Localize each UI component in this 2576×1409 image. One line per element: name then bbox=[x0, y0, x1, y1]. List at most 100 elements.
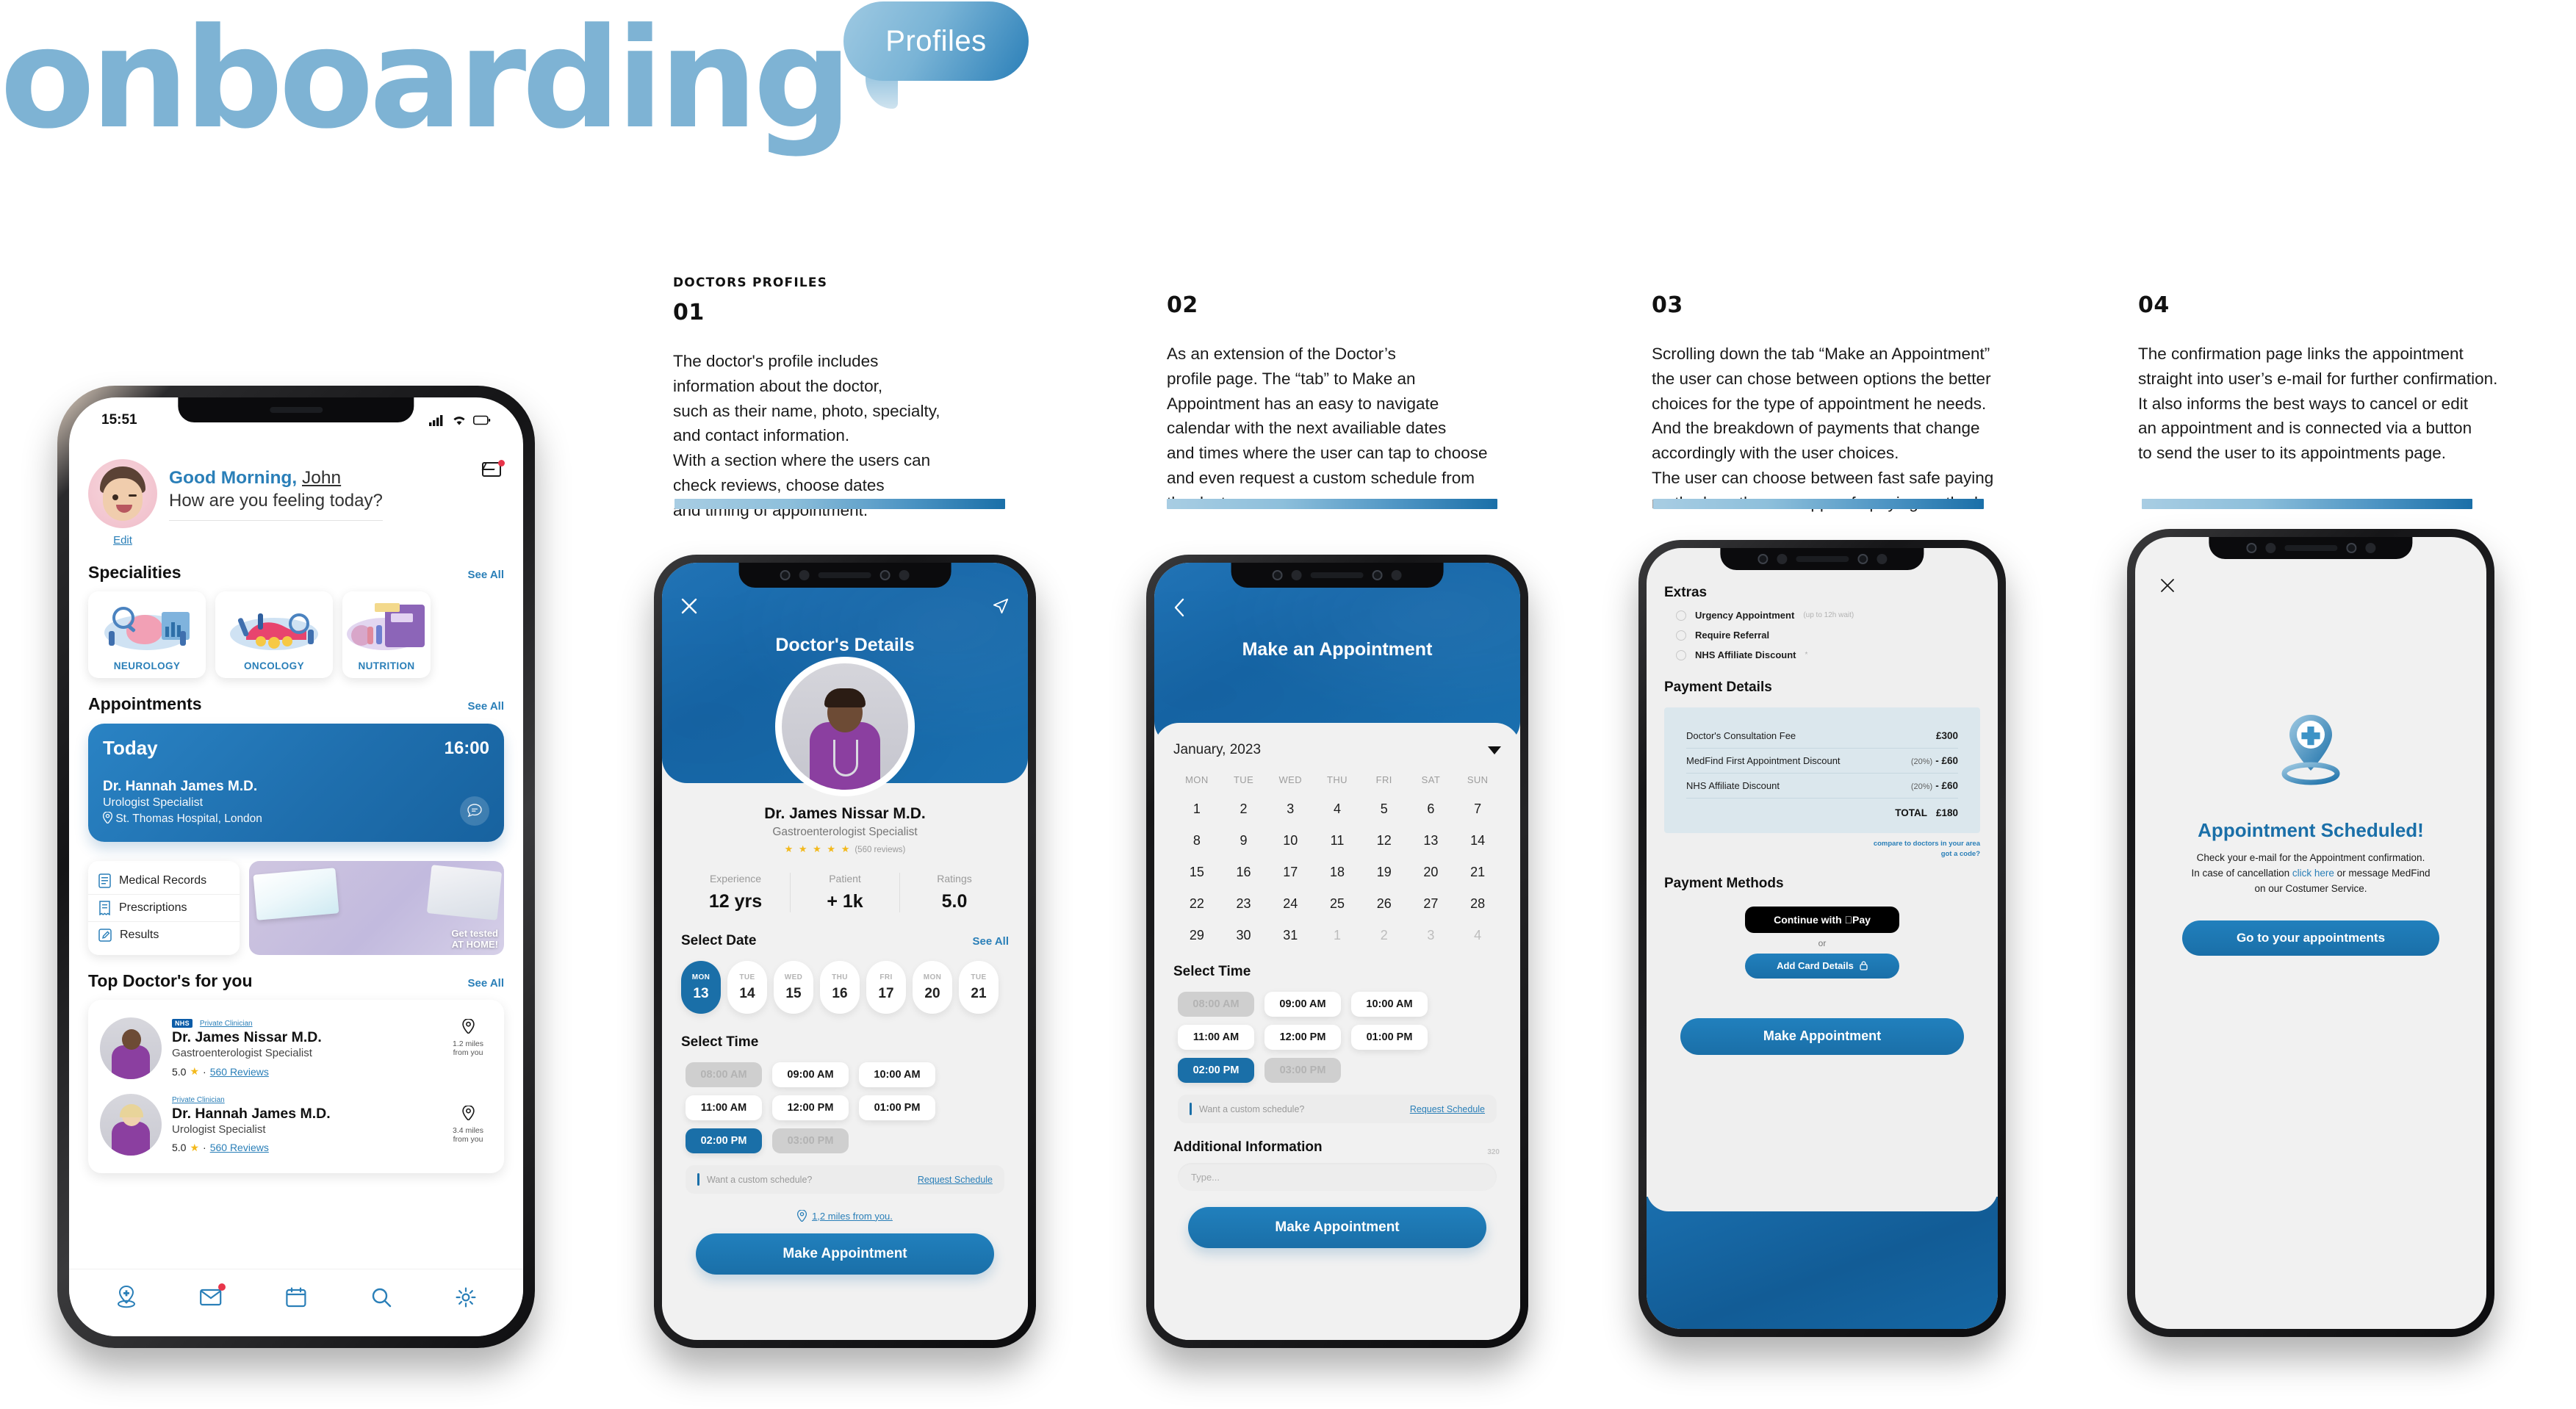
close-button[interactable] bbox=[2160, 578, 2175, 597]
date-chip[interactable]: MON 13 bbox=[681, 961, 721, 1014]
time-chip[interactable]: 09:00 AM bbox=[772, 1062, 849, 1087]
make-appointment-button[interactable]: Make Appointment bbox=[1680, 1017, 1964, 1055]
calendar-day[interactable]: 24 bbox=[1267, 896, 1314, 912]
calendar-day[interactable]: 25 bbox=[1314, 896, 1361, 912]
calendar-day[interactable]: 10 bbox=[1267, 833, 1314, 848]
reviews-link[interactable]: 560 Reviews bbox=[210, 1066, 269, 1078]
make-appointment-button[interactable]: Make Appointment bbox=[696, 1233, 994, 1275]
close-button[interactable] bbox=[681, 598, 697, 618]
tab-settings[interactable] bbox=[453, 1285, 478, 1310]
time-chip[interactable]: 03:00 PM bbox=[772, 1128, 849, 1153]
custom-schedule-input[interactable]: Want a custom schedule? bbox=[707, 1175, 910, 1185]
calendar-day[interactable]: 5 bbox=[1361, 801, 1408, 817]
calendar-month-row[interactable]: January, 2023 bbox=[1173, 742, 1501, 758]
request-schedule-link[interactable]: Request Schedule bbox=[918, 1175, 993, 1185]
calendar-day[interactable]: 19 bbox=[1361, 865, 1408, 880]
date-chip[interactable]: FRI 17 bbox=[866, 961, 906, 1014]
calendar-day[interactable]: 16 bbox=[1220, 865, 1267, 880]
chevron-down-icon[interactable] bbox=[1488, 746, 1501, 754]
calendar-day[interactable]: 12 bbox=[1361, 833, 1408, 848]
calendar-day[interactable]: 14 bbox=[1454, 833, 1501, 848]
radio-icon[interactable] bbox=[1676, 610, 1686, 621]
calendar-day-outside[interactable]: 4 bbox=[1454, 928, 1501, 943]
calendar-day[interactable]: 23 bbox=[1220, 896, 1267, 912]
calendar-day[interactable]: 6 bbox=[1408, 801, 1455, 817]
speciality-card-neurology[interactable]: NEUROLOGY bbox=[88, 591, 206, 678]
chat-icon[interactable] bbox=[460, 796, 489, 826]
time-chip[interactable]: 10:00 AM bbox=[859, 1062, 935, 1087]
request-schedule-link[interactable]: Request Schedule bbox=[1410, 1104, 1485, 1114]
select-date-see-all[interactable]: See All bbox=[973, 935, 1009, 948]
date-chip[interactable]: TUE 21 bbox=[959, 961, 999, 1014]
calendar-day[interactable]: 1 bbox=[1173, 801, 1220, 817]
time-chip[interactable]: 08:00 AM bbox=[686, 1062, 762, 1087]
avatar[interactable] bbox=[88, 459, 157, 528]
time-chip[interactable]: 01:00 PM bbox=[1351, 1025, 1428, 1050]
list-item[interactable]: NHS Private Clinician Dr. James Nissar M… bbox=[98, 1010, 494, 1087]
calendar-day[interactable]: 29 bbox=[1173, 928, 1220, 943]
share-button[interactable] bbox=[993, 598, 1009, 618]
list-item[interactable]: Private Clinician Dr. Hannah James M.D. … bbox=[98, 1087, 494, 1163]
specialities-see-all[interactable]: See All bbox=[468, 569, 504, 581]
time-chip[interactable]: 02:00 PM bbox=[1178, 1058, 1254, 1083]
calendar-day[interactable]: 11 bbox=[1314, 833, 1361, 848]
calendar-day[interactable]: 18 bbox=[1314, 865, 1361, 880]
time-chip[interactable]: 03:00 PM bbox=[1264, 1058, 1341, 1083]
mail-icon[interactable] bbox=[481, 460, 505, 478]
time-chip[interactable]: 10:00 AM bbox=[1351, 992, 1428, 1017]
calendar-day[interactable]: 20 bbox=[1408, 865, 1455, 880]
calendar-day[interactable]: 21 bbox=[1454, 865, 1501, 880]
calendar-day[interactable]: 22 bbox=[1173, 896, 1220, 912]
time-chip[interactable]: 11:00 AM bbox=[1178, 1025, 1254, 1050]
calendar-day[interactable]: 26 bbox=[1361, 896, 1408, 912]
calendar-day[interactable]: 13 bbox=[1408, 833, 1455, 848]
extra-option-nhs-discount[interactable]: NHS Affiliate Discount * bbox=[1664, 649, 1980, 660]
time-chip[interactable]: 12:00 PM bbox=[772, 1095, 849, 1120]
quick-link-prescriptions[interactable]: Prescriptions bbox=[88, 894, 240, 921]
calendar-day[interactable]: 9 bbox=[1220, 833, 1267, 848]
additional-information-input[interactable]: Type... bbox=[1178, 1163, 1497, 1191]
radio-icon[interactable] bbox=[1676, 630, 1686, 641]
apple-pay-button[interactable]: Continue with Pay bbox=[1745, 906, 1899, 933]
calendar-day[interactable]: 2 bbox=[1220, 801, 1267, 817]
time-chip[interactable]: 09:00 AM bbox=[1264, 992, 1341, 1017]
extra-option-referral[interactable]: Require Referral bbox=[1664, 630, 1980, 641]
time-chip[interactable]: 01:00 PM bbox=[859, 1095, 935, 1120]
time-chip[interactable]: 11:00 AM bbox=[686, 1095, 762, 1120]
calendar-day[interactable]: 3 bbox=[1267, 801, 1314, 817]
tab-search[interactable] bbox=[369, 1285, 394, 1310]
quick-link-medical-records[interactable]: Medical Records bbox=[88, 868, 240, 894]
radio-icon[interactable] bbox=[1676, 649, 1686, 660]
edit-profile-link[interactable]: Edit bbox=[88, 534, 157, 547]
calendar-day-outside[interactable]: 2 bbox=[1361, 928, 1408, 943]
speciality-card-nutrition[interactable]: NUTRITION bbox=[342, 591, 431, 678]
time-chip[interactable]: 12:00 PM bbox=[1264, 1025, 1341, 1050]
date-chip[interactable]: THU 16 bbox=[820, 961, 860, 1014]
speciality-card-oncology[interactable]: ONCOLOGY bbox=[215, 591, 333, 678]
tab-find-doctor[interactable] bbox=[114, 1285, 139, 1310]
tab-calendar[interactable] bbox=[284, 1285, 309, 1310]
time-chip[interactable]: 08:00 AM bbox=[1178, 992, 1254, 1017]
calendar-day-outside[interactable]: 1 bbox=[1314, 928, 1361, 943]
quick-link-results[interactable]: Results bbox=[88, 921, 240, 948]
reviews-link[interactable]: 560 Reviews bbox=[210, 1142, 269, 1153]
calendar-day[interactable]: 17 bbox=[1267, 865, 1314, 880]
calendar-day[interactable]: 8 bbox=[1173, 833, 1220, 848]
calendar-day[interactable]: 30 bbox=[1220, 928, 1267, 943]
distance-row[interactable]: 1,2 miles from you. bbox=[681, 1210, 1009, 1222]
calendar-day[interactable]: 4 bbox=[1314, 801, 1361, 817]
private-clinician-tag[interactable]: Private Clinician bbox=[172, 1096, 225, 1104]
tab-messages[interactable] bbox=[198, 1283, 226, 1310]
date-chip[interactable]: WED 15 bbox=[774, 961, 813, 1014]
date-chip[interactable]: TUE 14 bbox=[727, 961, 767, 1014]
compare-doctors-link[interactable]: compare to doctors in your area bbox=[1874, 840, 1980, 848]
calendar-day[interactable]: 31 bbox=[1267, 928, 1314, 943]
private-clinician-tag[interactable]: Private Clinician bbox=[200, 1020, 253, 1028]
calendar-day[interactable]: 15 bbox=[1173, 865, 1220, 880]
got-a-code-link[interactable]: got a code? bbox=[1941, 850, 1980, 858]
custom-schedule-input[interactable]: Want a custom schedule? bbox=[1199, 1104, 1403, 1114]
time-chip[interactable]: 02:00 PM bbox=[686, 1128, 762, 1153]
calendar-day[interactable]: 7 bbox=[1454, 801, 1501, 817]
top-doctors-see-all[interactable]: See All bbox=[468, 977, 504, 990]
add-card-button[interactable]: Add Card Details bbox=[1745, 953, 1899, 979]
